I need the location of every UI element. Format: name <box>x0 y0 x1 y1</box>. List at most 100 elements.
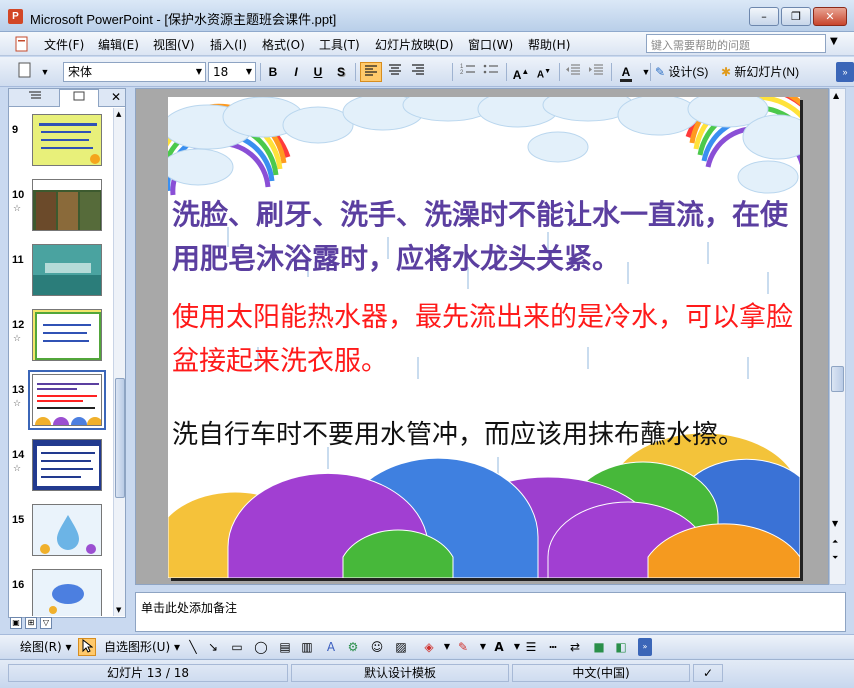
bold-button[interactable]: B <box>264 62 282 82</box>
thumbnail-item[interactable]: 12 ☆ <box>9 309 113 369</box>
scroll-up-icon[interactable]: ▲ <box>116 110 121 118</box>
previous-slide-icon[interactable]: ⏶ <box>832 537 838 547</box>
increase-indent-button[interactable] <box>586 62 606 82</box>
font-color-button[interactable]: A <box>616 62 636 82</box>
fill-color-dropdown-icon[interactable]: ▼ <box>440 638 454 656</box>
toolbar-separator <box>506 63 507 81</box>
toolbar-options-icon[interactable]: » <box>836 62 854 82</box>
close-button[interactable]: ✕ <box>813 7 847 26</box>
thumbnail-item[interactable]: 14 ☆ <box>9 439 113 499</box>
new-slide-button[interactable]: ✱ 新幻灯片(N) <box>721 62 809 82</box>
align-left-button[interactable] <box>360 62 382 82</box>
menu-help[interactable]: 帮助(H) <box>528 36 570 53</box>
scrollbar-thumb[interactable] <box>115 378 125 498</box>
notes-pane[interactable]: 单击此处添加备注 <box>135 592 846 632</box>
design-button[interactable]: ✎ 设计(S) <box>655 62 717 82</box>
menu-slideshow[interactable]: 幻灯片放映(D) <box>375 36 454 53</box>
decrease-indent-button[interactable] <box>563 62 583 82</box>
thumbnail-image <box>32 309 102 361</box>
close-icon[interactable]: ✕ <box>111 90 121 104</box>
line-color-dropdown-icon[interactable]: ▼ <box>476 638 490 656</box>
indent-icon <box>589 64 603 75</box>
next-slide-icon[interactable]: ⏷ <box>832 553 838 563</box>
menu-edit[interactable]: 编辑(E) <box>98 36 139 53</box>
fill-color-icon[interactable]: ◈ <box>422 638 436 656</box>
3d-style-icon[interactable]: ◧ <box>614 638 628 656</box>
font-size-select[interactable]: 18 ▼ <box>208 62 256 82</box>
toolbar-options-icon[interactable]: » <box>638 638 652 656</box>
align-center-button[interactable] <box>385 62 405 82</box>
help-dropdown-icon[interactable]: ▼ <box>830 36 838 47</box>
tab-slides[interactable] <box>59 89 99 107</box>
language-status: 中文(中国) <box>512 664 690 682</box>
restore-button[interactable]: ❐ <box>781 7 811 26</box>
autoshapes-menu-button[interactable]: 自选图形(U) ▾ <box>104 638 180 656</box>
slide-text-paragraph-2[interactable]: 使用太阳能热水器，最先流出来的是冷水，可以拿脸盆接起来洗衣服。 <box>172 296 797 384</box>
shadow-button[interactable]: S <box>332 62 350 82</box>
menu-format[interactable]: 格式(O) <box>262 36 305 53</box>
thumbnail-item[interactable]: 9 <box>9 114 113 174</box>
slide-scrollbar[interactable]: ▲ ▼ ⏶ ⏷ <box>829 88 846 585</box>
increase-font-button[interactable]: A▲ <box>511 62 531 82</box>
thumbnail-item[interactable]: 16 <box>9 569 113 616</box>
chevron-down-icon: ▼ <box>245 67 253 76</box>
scroll-down-icon[interactable]: ▼ <box>832 519 838 528</box>
dash-style-icon[interactable]: ┅ <box>546 638 560 656</box>
menu-file[interactable]: 文件(F) <box>44 36 84 53</box>
diagram-icon[interactable]: ⚙ <box>346 638 360 656</box>
align-right-button[interactable] <box>408 62 428 82</box>
shadow-style-icon[interactable]: ■ <box>592 638 606 656</box>
vertical-textbox-icon[interactable]: ▥ <box>300 638 314 656</box>
current-slide[interactable]: 洗脸、刷牙、洗手、洗澡时不能让水一直流，在使用肥皂沐浴露时，应将水龙头关紧。 使… <box>168 97 800 578</box>
drawing-toolbar: 绘图(R) ▾ 自选图形(U) ▾ ╲ ↘ ▭ ◯ ▤ ▥ A ⚙ ☺ ▨ ◈ … <box>0 634 854 658</box>
minimize-button[interactable]: – <box>749 7 779 26</box>
slide-text-paragraph-1[interactable]: 洗脸、刷牙、洗手、洗澡时不能让水一直流，在使用肥皂沐浴露时，应将水龙头关紧。 <box>172 193 797 281</box>
wordart-icon[interactable]: A <box>324 638 338 656</box>
menu-window[interactable]: 窗口(W) <box>468 36 513 53</box>
scroll-up-icon[interactable]: ▲ <box>833 91 839 100</box>
normal-view-icon[interactable]: ▣ <box>10 617 22 629</box>
menu-tools[interactable]: 工具(T) <box>319 36 360 53</box>
font-color-draw-icon[interactable]: A <box>492 638 506 656</box>
draw-menu-button[interactable]: 绘图(R) ▾ <box>20 638 72 656</box>
arrow-style-icon[interactable]: ⇄ <box>568 638 582 656</box>
picture-icon[interactable]: ▨ <box>394 638 408 656</box>
thumbnail-item[interactable]: 15 <box>9 504 113 564</box>
line-tool-icon[interactable]: ╲ <box>186 638 200 656</box>
textbox-tool-icon[interactable]: ▤ <box>278 638 292 656</box>
new-document-icon[interactable] <box>16 62 34 82</box>
help-search-input[interactable]: 键入需要帮助的问题 <box>646 34 826 53</box>
menu-doc-icon[interactable] <box>14 36 30 55</box>
clipart-icon[interactable]: ☺ <box>370 638 384 656</box>
tab-outline[interactable] <box>15 89 55 107</box>
italic-button[interactable]: I <box>287 62 305 82</box>
select-objects-button[interactable] <box>78 638 96 656</box>
panel-tabs: ✕ <box>9 89 125 107</box>
scrollbar-thumb[interactable] <box>831 366 844 392</box>
font-color-dropdown-icon[interactable]: ▼ <box>637 62 655 82</box>
menu-view[interactable]: 视图(V) <box>153 36 195 53</box>
arrow-tool-icon[interactable]: ↘ <box>206 638 220 656</box>
slides-panel: ✕ 9 10 ☆ 11 12 ☆ 13 ☆ 14 ☆ 15 16 ▲ ▼ <box>8 88 126 618</box>
bullets-button[interactable] <box>481 62 501 82</box>
slide-text-paragraph-3[interactable]: 洗自行车时不要用水管冲，而应该用抹布蘸水擦。 <box>172 413 797 457</box>
spelling-status-icon[interactable]: ✓ <box>693 664 723 682</box>
menu-insert[interactable]: 插入(I) <box>210 36 247 53</box>
decrease-font-button[interactable]: A▼ <box>534 62 554 82</box>
line-color-icon[interactable]: ✎ <box>456 638 470 656</box>
rectangle-tool-icon[interactable]: ▭ <box>230 638 244 656</box>
scroll-down-icon[interactable]: ▼ <box>116 606 121 614</box>
oval-tool-icon[interactable]: ◯ <box>254 638 268 656</box>
font-name-select[interactable]: 宋体 ▼ <box>63 62 206 82</box>
underline-button[interactable]: U <box>309 62 327 82</box>
thumbnail-scrollbar[interactable]: ▲ ▼ <box>113 108 125 616</box>
slideshow-view-icon[interactable]: ▽ <box>40 617 52 629</box>
font-color-draw-dropdown-icon[interactable]: ▼ <box>510 638 524 656</box>
thumbnail-item-selected[interactable]: 13 ☆ <box>9 370 113 434</box>
thumbnail-item[interactable]: 10 ☆ <box>9 179 113 239</box>
thumbnail-item[interactable]: 11 <box>9 244 113 304</box>
sorter-view-icon[interactable]: ⊞ <box>25 617 37 629</box>
new-dropdown-icon[interactable]: ▼ <box>36 62 54 82</box>
line-style-icon[interactable]: ☰ <box>524 638 538 656</box>
numbering-button[interactable]: 12 <box>458 62 478 82</box>
